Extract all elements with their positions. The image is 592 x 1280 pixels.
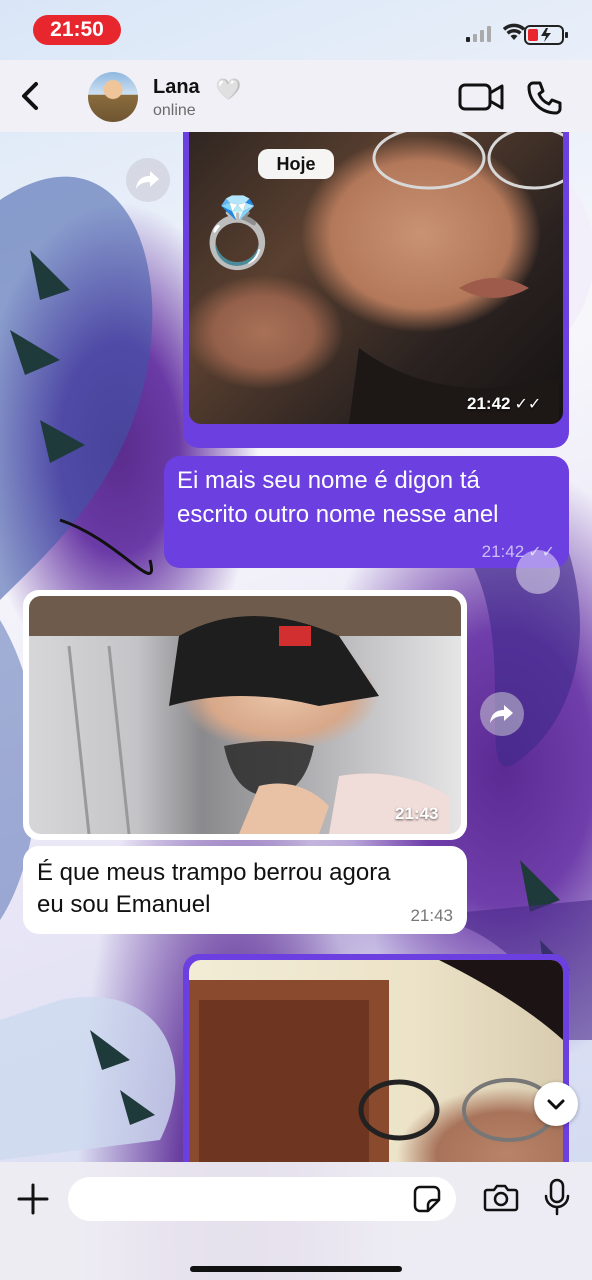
chat-header: Lana 🤍 online bbox=[0, 60, 592, 132]
contact-name[interactable]: Lana bbox=[153, 76, 200, 99]
back-chevron-icon[interactable] bbox=[14, 78, 48, 114]
sticker-icon[interactable] bbox=[412, 1184, 442, 1214]
chevron-down-icon bbox=[547, 1099, 565, 1110]
message-composer bbox=[0, 1162, 592, 1280]
forward-icon[interactable] bbox=[480, 692, 524, 736]
touch-indicator bbox=[516, 550, 560, 594]
battery-icon bbox=[524, 25, 568, 45]
message-text-line-1: Ei mais seu nome é digon tá bbox=[177, 467, 480, 494]
ring-emoji: 💍 bbox=[195, 195, 280, 271]
message-timestamp: 21:42 bbox=[481, 542, 525, 561]
video-call-icon[interactable] bbox=[458, 82, 504, 112]
message-timestamp: 21:42 bbox=[467, 394, 511, 413]
wifi-icon bbox=[502, 23, 526, 40]
signal-icon bbox=[466, 26, 491, 42]
status-time: 21:50 bbox=[33, 15, 121, 45]
message-time: 21:43 bbox=[410, 906, 453, 926]
message-incoming-text[interactable]: É que meus trampo berrou agora eu sou Em… bbox=[23, 846, 467, 934]
message-outgoing-text[interactable]: Ei mais seu nome é digon tá escrito outr… bbox=[164, 456, 569, 568]
mic-icon[interactable] bbox=[543, 1178, 571, 1218]
message-timestamp: 21:43 bbox=[395, 804, 439, 823]
message-input[interactable] bbox=[68, 1177, 456, 1221]
camera-icon[interactable] bbox=[483, 1182, 519, 1214]
scroll-to-bottom-button[interactable] bbox=[534, 1082, 578, 1126]
home-indicator bbox=[190, 1266, 402, 1272]
message-text-line-2: eu sou Emanuel bbox=[37, 891, 211, 918]
message-timestamp: 21:43 bbox=[410, 906, 453, 925]
plus-icon[interactable] bbox=[14, 1180, 52, 1218]
message-outgoing-photo[interactable]: 💍 21:42 ✓✓ bbox=[183, 132, 569, 448]
message-text-line-2: escrito outro nome nesse anel bbox=[177, 501, 499, 528]
photo-content bbox=[29, 596, 461, 834]
message-time: 21:42 ✓✓ bbox=[467, 394, 541, 414]
message-photo[interactable]: 💍 bbox=[189, 132, 563, 424]
message-photo[interactable] bbox=[189, 960, 563, 1162]
message-text-line-1: É que meus trampo berrou agora bbox=[37, 859, 391, 886]
contact-avatar[interactable] bbox=[88, 72, 138, 122]
message-outgoing-photo[interactable] bbox=[183, 954, 569, 1162]
message-time: 21:43 bbox=[395, 804, 438, 824]
message-photo[interactable] bbox=[29, 596, 461, 834]
heart-emoji: 🤍 bbox=[216, 79, 241, 101]
photo-content bbox=[349, 132, 563, 424]
phone-icon[interactable] bbox=[526, 80, 562, 116]
forward-icon[interactable] bbox=[126, 158, 170, 202]
message-list[interactable]: 💍 21:42 ✓✓ Hoje Ei mais seu nome é digon … bbox=[0, 132, 592, 1162]
contact-status: online bbox=[153, 102, 196, 119]
status-bar: 21:50 bbox=[0, 0, 592, 60]
photo-content bbox=[189, 960, 563, 1162]
date-separator: Hoje bbox=[258, 149, 334, 179]
message-incoming-photo[interactable]: 21:43 bbox=[23, 590, 467, 840]
read-ticks-icon: ✓✓ bbox=[514, 396, 542, 413]
